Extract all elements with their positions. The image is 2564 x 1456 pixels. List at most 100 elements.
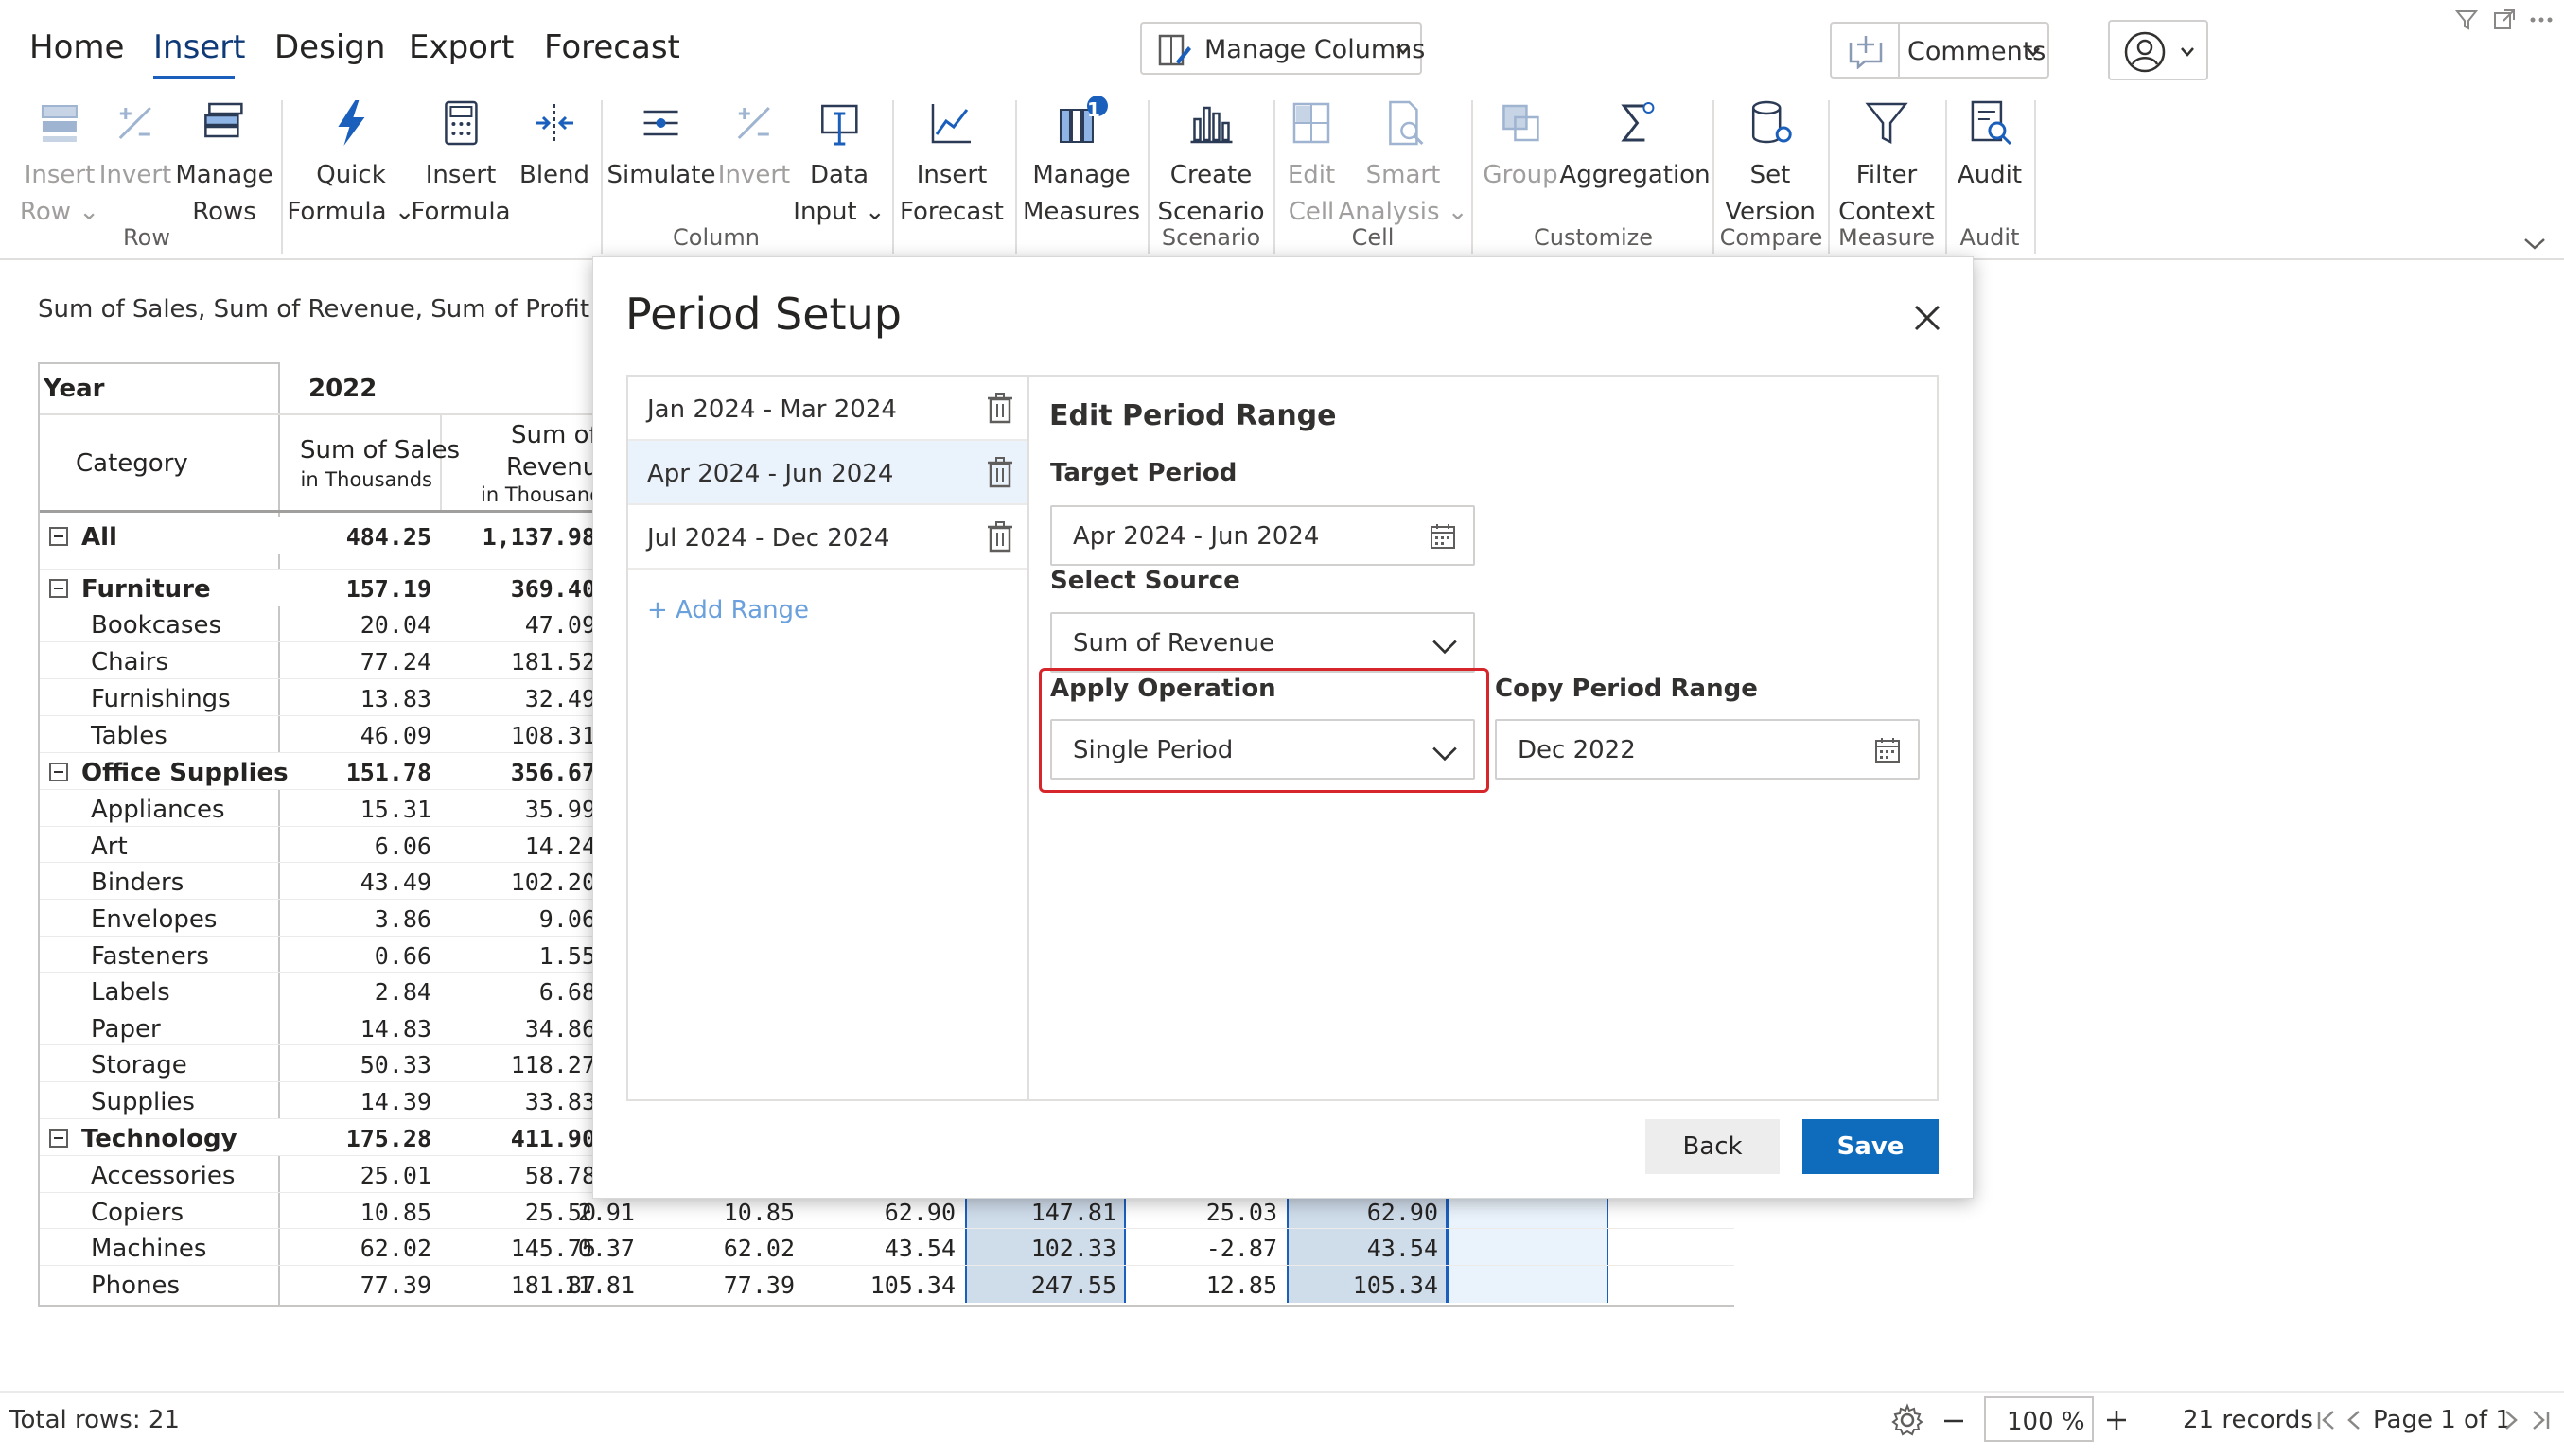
select-source-dropdown[interactable]: Sum of Revenue [1050,612,1475,673]
create-scenario-button[interactable]: Create Scenario [1157,95,1265,231]
row-revenue: 35.99 [524,796,596,823]
blend-button[interactable]: Blend [519,95,589,194]
profile-button[interactable] [2108,20,2208,80]
collapse-icon[interactable] [49,579,68,598]
set-version-button[interactable]: Set Version [1725,95,1816,231]
table-cell[interactable] [1448,1266,1608,1303]
zoom-input[interactable]: 100 % [1984,1396,2094,1442]
insert-row-button[interactable]: Insert Row ⌄ [20,95,99,231]
quick-formula-button[interactable]: Quick Formula ⌄ [287,95,415,231]
invert-row-button[interactable]: Invert [99,95,171,194]
quick-formula-label-2: Formula ⌄ [287,198,415,226]
comments-button[interactable]: Comments [1830,22,2049,79]
select-source-label: Select Source [1050,567,1240,595]
close-icon[interactable] [1906,297,1948,339]
edit-cell-button[interactable]: Edit Cell [1283,95,1340,231]
smart-analysis-button[interactable]: Smart Analysis ⌄ [1338,95,1468,231]
row-value: 43.54 [1366,1235,1438,1262]
manage-rows-button[interactable]: Manage Rows [175,95,273,231]
group-separator [2034,100,2036,254]
row-revenue: 14.24 [524,833,596,860]
trash-icon[interactable] [986,392,1014,424]
calculator-icon [444,100,478,146]
insert-row-label-2: Row ⌄ [19,198,100,226]
manage-measures-button[interactable]: 1 Manage Measures [1023,95,1140,231]
manage-measures-label-2: Measures [1022,198,1141,226]
collapse-icon[interactable] [49,527,68,546]
range-item[interactable]: Jul 2024 - Dec 2024 [628,505,1027,570]
comments-divider [1898,24,1900,77]
group-separator [1015,100,1017,254]
filter-icon[interactable] [2454,8,2479,32]
insert-forecast-button[interactable]: Insert Forecast [900,95,1004,231]
last-page-icon[interactable] [2528,1408,2553,1432]
data-input-button[interactable]: Data Input ⌄ [793,95,886,231]
category-header[interactable]: Category [76,449,188,478]
tab-design[interactable]: Design [274,28,385,66]
row-value: 10.85 [723,1199,795,1226]
blend-icon [535,104,573,142]
collapse-icon[interactable] [49,1129,68,1148]
invert-column-button[interactable]: Invert [718,95,790,194]
save-button[interactable]: Save [1802,1119,1939,1174]
zoom-value: 100 % [2007,1408,2085,1436]
group-label: Group [1483,161,1558,189]
calendar-icon[interactable] [1429,522,1457,551]
revenue-header-1[interactable]: Sum of [511,421,598,449]
add-range-link[interactable]: + Add Range [647,596,809,624]
copy-period-range-input[interactable]: Dec 2022 [1495,719,1920,780]
group-label-compare: Compare [1719,224,1823,251]
insert-formula-button[interactable]: Insert Formula [411,95,511,231]
group-button[interactable]: Group [1483,95,1558,194]
manage-columns-button[interactable]: Manage Columns [1140,22,1425,75]
range-item-selected[interactable]: Apr 2024 - Jun 2024 [628,441,1027,505]
simulate-button[interactable]: Simulate [607,95,715,194]
trash-icon[interactable] [986,456,1014,488]
audit-button[interactable]: Audit [1958,95,2022,194]
row-category: Copiers [91,1199,184,1227]
collapse-ribbon-icon[interactable] [2522,237,2547,252]
range-label: Apr 2024 - Jun 2024 [647,460,894,488]
target-period-input[interactable]: Apr 2024 - Jun 2024 [1050,505,1475,566]
row-category: Office Supplies [81,759,289,787]
row-value: 43.54 [884,1235,956,1262]
tab-forecast[interactable]: Forecast [544,28,680,66]
zoom-out-icon[interactable] [1941,1412,1966,1430]
row-revenue: 47.09 [524,611,596,639]
aggregation-button[interactable]: Aggregation [1559,95,1711,194]
records-count: 21 records [2183,1406,2313,1434]
row-category: All [81,523,117,552]
tab-insert[interactable]: Insert [153,28,246,66]
tab-export[interactable]: Export [409,28,514,66]
set-version-label-1: Set [1749,161,1791,189]
group-label-scenario: Scenario [1161,224,1261,251]
settings-gear-icon[interactable] [1889,1402,1925,1438]
calendar-icon[interactable] [1873,736,1902,764]
row-category: Labels [91,978,170,1007]
tab-home[interactable]: Home [29,28,124,66]
row-value: 62.90 [1366,1199,1438,1226]
row-category: Art [91,833,128,861]
trash-icon[interactable] [986,520,1014,553]
row-revenue: 108.31 [510,722,596,749]
next-page-icon[interactable] [2502,1408,2520,1432]
collapse-icon[interactable] [49,763,68,781]
sales-header[interactable]: Sum of Sales [300,436,460,465]
first-page-icon[interactable] [2314,1408,2339,1432]
group-separator [1273,100,1275,254]
row-revenue: 58.78 [524,1162,596,1189]
invert-icon [118,106,152,140]
row-revenue: 33.83 [524,1088,596,1115]
expand-icon[interactable] [2492,8,2517,32]
back-button[interactable]: Back [1645,1119,1780,1174]
range-item[interactable]: Jan 2024 - Mar 2024 [628,377,1027,441]
copy-period-range-value: Dec 2022 [1518,736,1636,764]
status-bar: Total rows: 21 100 % 21 records Page 1 o… [0,1391,2564,1447]
row-sales: 175.28 [345,1125,431,1152]
zoom-in-icon[interactable] [2104,1408,2129,1432]
table-cell[interactable] [1448,1229,1608,1266]
prev-page-icon[interactable] [2344,1408,2363,1432]
more-options-icon[interactable] [2528,8,2555,32]
manage-columns-icon [1158,34,1191,66]
filter-context-button[interactable]: Filter Context [1838,95,1935,231]
